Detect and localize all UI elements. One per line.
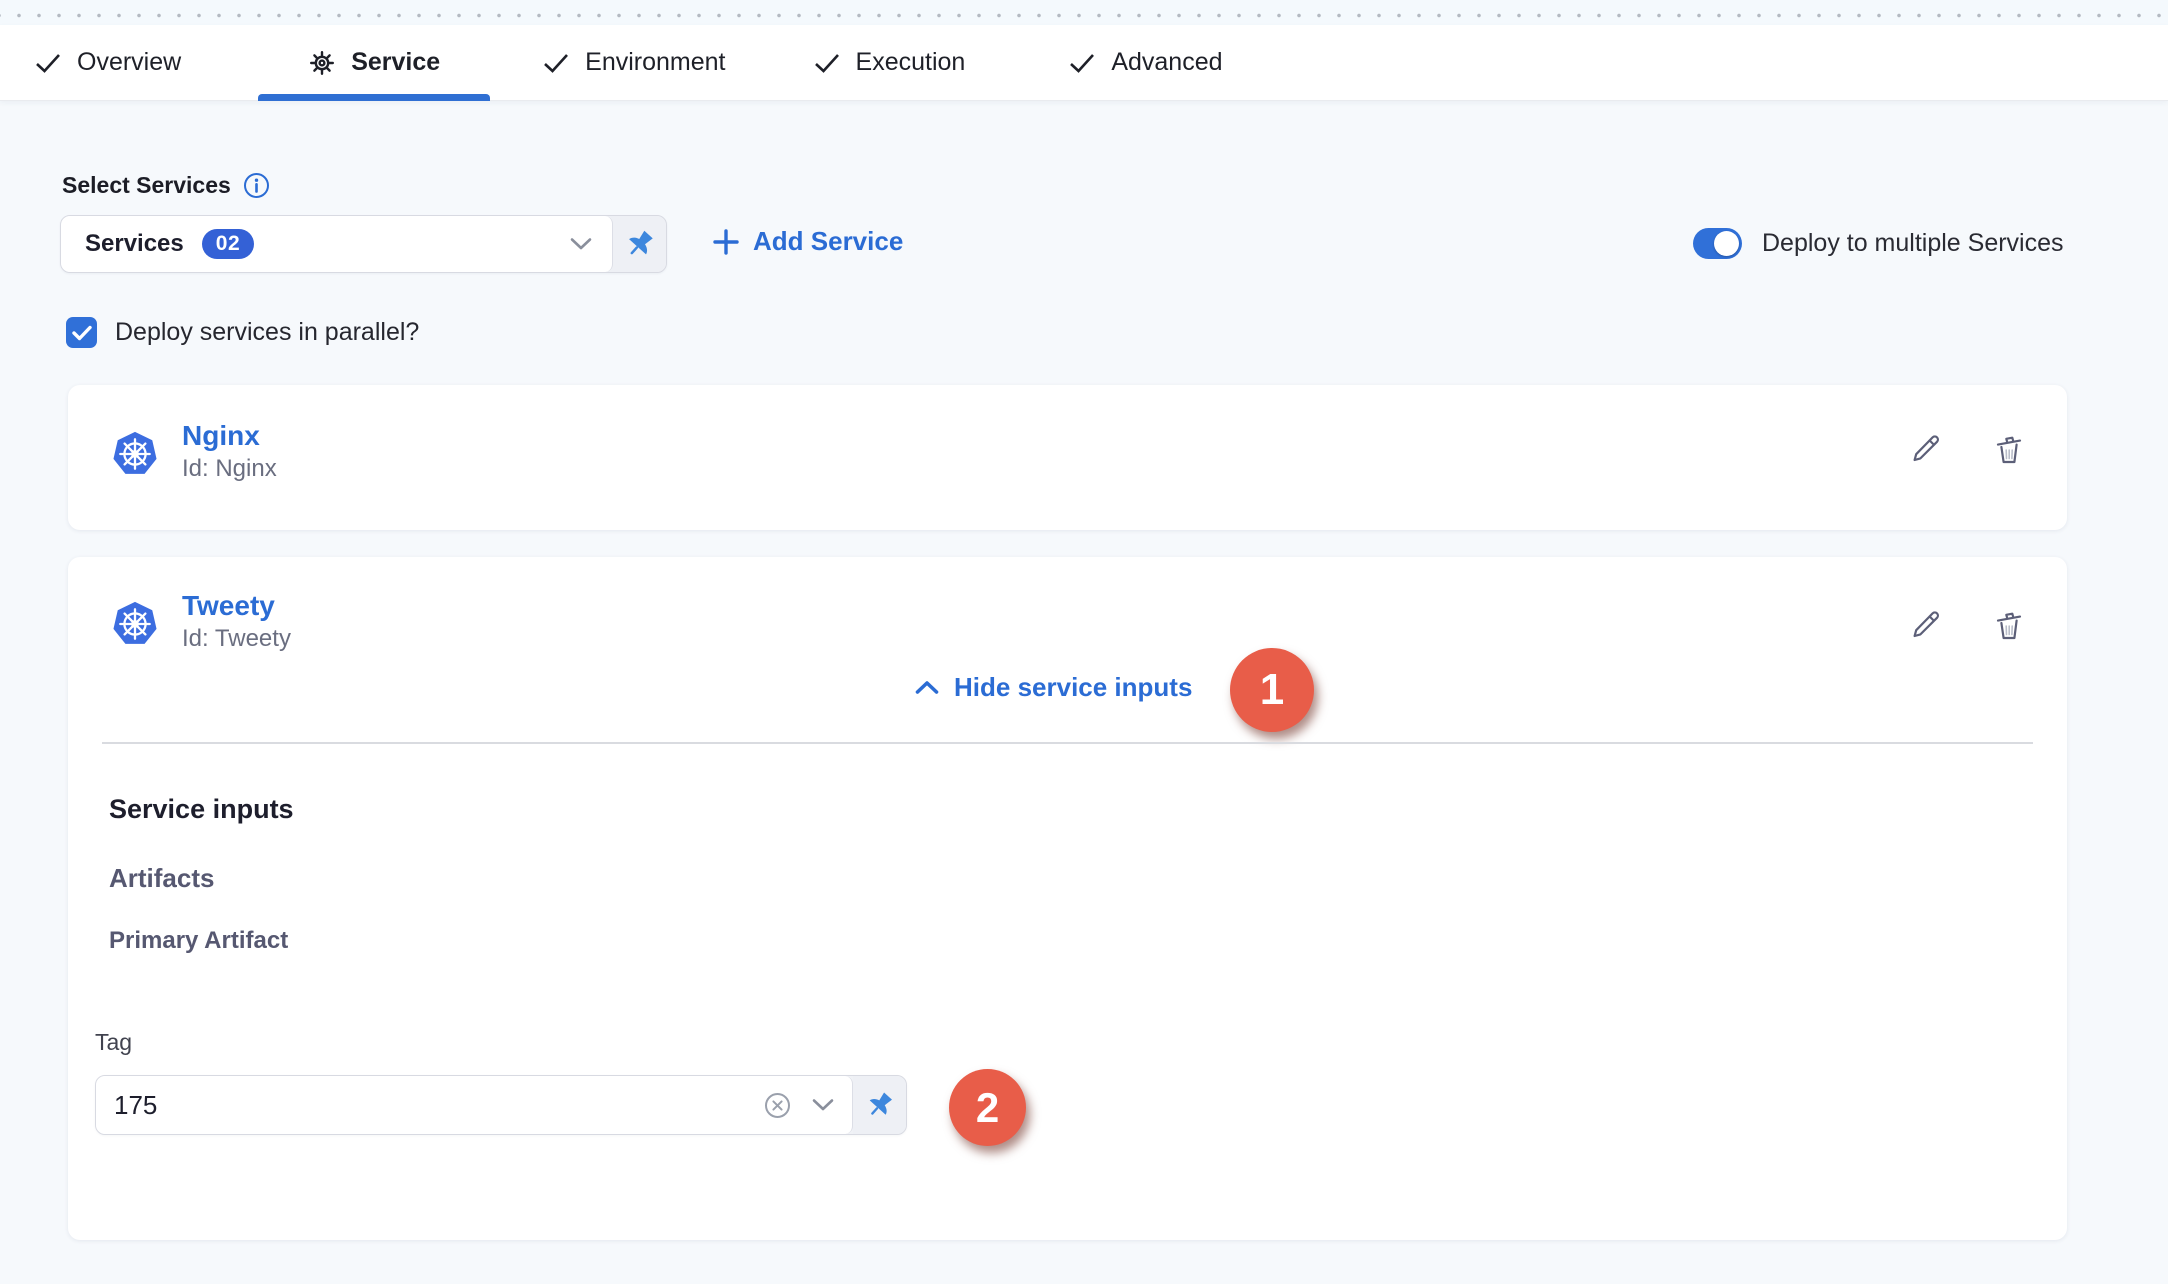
divider — [102, 742, 2033, 744]
chevron-up-icon — [915, 680, 939, 695]
tab-label: Service — [351, 48, 440, 77]
gear-icon — [308, 49, 336, 77]
tag-field[interactable] — [96, 1076, 853, 1134]
tab-overview[interactable]: Overview — [35, 25, 181, 100]
plus-icon — [712, 228, 740, 256]
pin-icon — [864, 1089, 896, 1121]
clear-value-icon[interactable] — [763, 1091, 792, 1120]
deploy-parallel-checkbox[interactable] — [66, 317, 97, 348]
add-service-label: Add Service — [753, 226, 903, 257]
kubernetes-icon — [112, 601, 158, 647]
service-card-tweety: Tweety Id: Tweety Hid — [68, 557, 2067, 1240]
tab-service[interactable]: Service — [258, 25, 490, 100]
tab-execution[interactable]: Execution — [814, 25, 966, 100]
tag-input-control — [95, 1075, 907, 1135]
edit-service-button[interactable] — [1907, 607, 1943, 643]
service-inputs-title: Service inputs — [109, 794, 294, 825]
hide-service-inputs-link[interactable]: Hide service inputs — [915, 672, 1192, 703]
deploy-parallel-label: Deploy services in parallel? — [115, 318, 419, 347]
tag-field-label: Tag — [95, 1029, 132, 1056]
tab-environment[interactable]: Environment — [543, 25, 725, 100]
edit-service-button[interactable] — [1907, 431, 1943, 467]
check-icon — [814, 52, 841, 74]
pipeline-stage-tabbar: Overview Service Environment — [0, 25, 2168, 101]
info-icon[interactable] — [243, 172, 270, 199]
primary-artifact-heading: Primary Artifact — [109, 927, 288, 955]
annotation-badge-2: 2 — [949, 1069, 1026, 1146]
service-id-text: Id: Nginx — [182, 455, 277, 483]
tab-label: Execution — [856, 48, 966, 77]
chevron-down-icon[interactable] — [812, 1098, 834, 1112]
service-card-nginx: Nginx Id: Nginx — [68, 385, 2067, 530]
tab-label: Environment — [585, 48, 725, 77]
pin-icon — [623, 227, 657, 261]
delete-service-button[interactable] — [1991, 607, 2027, 643]
hide-service-inputs-label: Hide service inputs — [954, 672, 1192, 703]
select-services-label: Select Services — [62, 172, 231, 199]
active-tab-underline — [258, 94, 490, 101]
pin-runtime-input-button[interactable] — [613, 216, 666, 272]
check-icon — [543, 52, 570, 74]
kubernetes-icon — [112, 431, 158, 477]
tag-input[interactable] — [114, 1090, 763, 1121]
tab-advanced[interactable]: Advanced — [1069, 25, 1222, 100]
add-service-button[interactable]: Add Service — [712, 226, 903, 257]
service-id-text: Id: Tweety — [182, 625, 291, 653]
services-multiselect-dropdown[interactable]: Services 02 — [60, 215, 667, 273]
service-name-link[interactable]: Nginx — [182, 420, 260, 452]
service-name-link[interactable]: Tweety — [182, 590, 275, 622]
canvas-dotted-edge — [0, 0, 2168, 25]
delete-service-button[interactable] — [1991, 431, 2027, 467]
chevron-down-icon[interactable] — [570, 237, 592, 251]
check-icon — [1069, 52, 1096, 74]
pin-runtime-input-button[interactable] — [853, 1076, 906, 1134]
services-count-badge: 02 — [202, 229, 254, 259]
tab-label: Advanced — [1111, 48, 1222, 77]
deploy-multiple-services-toggle[interactable] — [1693, 228, 1742, 259]
check-icon — [35, 52, 62, 74]
services-dropdown-field[interactable]: Services 02 — [61, 216, 613, 272]
deploy-multiple-services-label: Deploy to multiple Services — [1762, 229, 2064, 258]
service-tab-panel: Select Services Services 02 — [0, 102, 2168, 1284]
artifacts-heading: Artifacts — [109, 863, 214, 894]
tab-label: Overview — [77, 48, 181, 77]
toggle-knob — [1714, 231, 1739, 256]
annotation-badge-1: 1 — [1230, 648, 1314, 732]
services-dropdown-value: Services — [85, 230, 184, 258]
